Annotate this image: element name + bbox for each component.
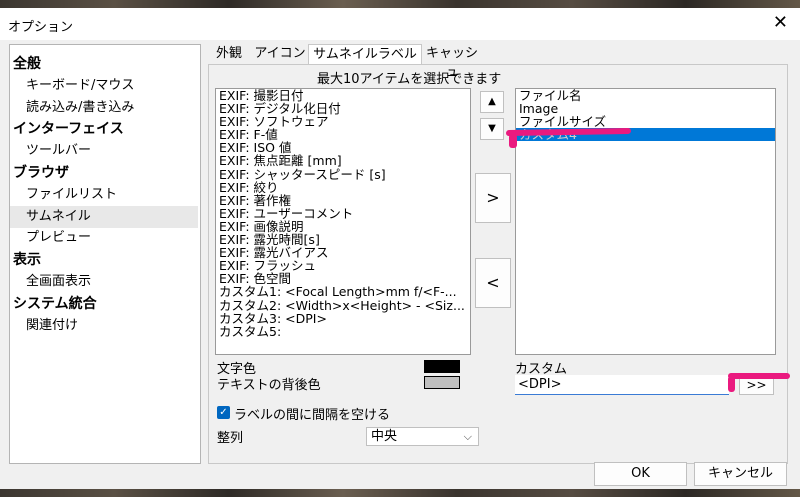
category-item[interactable]: キーボード/マウス [10,75,198,97]
available-label-item[interactable]: EXIF: 焦点距離 [mm] [216,154,470,167]
ok-button[interactable]: OK [594,462,687,486]
available-label-item[interactable]: EXIF: シャッタースピード [s] [216,168,470,181]
category-item[interactable]: 全画面表示 [10,271,198,293]
available-labels-list[interactable]: EXIF: 撮影日付 EXIF: デジタル化日付 EXIF: ソフトウェア EXIF:… [215,88,471,355]
dialog-title: オプション [8,20,74,35]
chevron-down-icon: ⌵ [463,430,472,443]
category-header[interactable]: ブラウザ [10,162,198,184]
category-header[interactable]: 全般 [10,53,198,75]
annotation-mark [509,134,517,148]
selection-hint: 最大10アイテムを選択できます [317,72,502,87]
category-header[interactable]: インターフェイス [10,118,198,140]
category-item[interactable]: サムネイル [10,205,198,228]
background-strip-top [0,0,800,8]
available-label-item[interactable]: EXIF: ユーザーコメント [216,207,470,220]
available-label-item[interactable]: カスタム3: <DPI> [216,312,470,325]
available-label-item[interactable]: カスタム1: <Focal Length>mm f/<F-... [216,285,470,298]
category-item[interactable]: 関連付け [10,315,198,337]
tab-cache[interactable]: キャッシュ [421,44,483,80]
title-bar: オプション ✕ [0,8,800,40]
text-color-swatch[interactable] [424,360,460,373]
cancel-button[interactable]: キャンセル [694,462,787,486]
spacing-checkbox[interactable]: ✓ [217,406,230,419]
category-item[interactable]: プレビュー [10,227,198,249]
background-strip-bottom [0,489,800,497]
available-label-item[interactable]: カスタム2: <Width>x<Height> - <Siz... [216,298,470,312]
tab-appearance[interactable]: 外観 [209,44,249,63]
tab-thumbnail-labels[interactable]: サムネイルラベル [308,44,422,64]
selected-labels-list[interactable]: ファイル名Imageファイルサイズカスタム4 [515,88,776,355]
category-item[interactable]: ツールバー [10,140,198,162]
category-header[interactable]: システム統合 [10,293,198,315]
category-tree[interactable]: 全般 キーボード/マウス 読み込み/書き込み インターフェイス ツールバー ブラウザ ファイ… [9,44,201,464]
text-bg-label: テキストの背後色 [217,378,321,393]
close-icon[interactable]: ✕ [773,12,788,33]
align-value: 中央 [371,429,398,444]
align-select[interactable]: 中央 ⌵ [366,427,479,446]
add-label-button[interactable]: > [475,173,511,223]
custom-input[interactable]: <DPI> [515,375,729,395]
available-label-item[interactable]: カスタム5: [216,325,470,338]
move-down-button[interactable]: ▼ [480,118,504,140]
options-dialog: オプション ✕ 全般 キーボード/マウス 読み込み/書き込み インターフェイス ツールバ… [0,8,800,489]
text-bg-swatch[interactable] [424,376,460,389]
tab-icons[interactable]: アイコン [252,44,308,63]
category-item[interactable]: 読み込み/書き込み [10,97,198,119]
available-label-item[interactable]: EXIF: 著作権 [216,194,470,207]
category-header[interactable]: 表示 [10,249,198,271]
available-label-item[interactable]: EXIF: 絞り [216,181,470,194]
annotation-mark [728,376,735,392]
remove-label-button[interactable]: < [475,258,511,308]
align-label: 整列 [217,431,244,446]
spacing-checkbox-label: ラベルの間に間隔を空ける [234,408,391,423]
move-up-button[interactable]: ▲ [480,91,504,113]
annotation-mark [728,373,790,379]
category-item[interactable]: ファイルリスト [10,184,198,206]
